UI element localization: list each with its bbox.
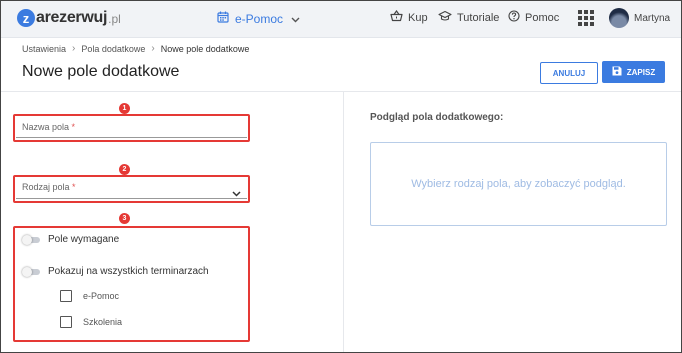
logo-mark: z: [17, 9, 35, 27]
save-button-label: ZAPISZ: [626, 67, 656, 77]
show-all-toggle-row[interactable]: Pokazuj na wszystkich terminarzach: [22, 266, 209, 277]
required-mark: *: [71, 122, 76, 132]
page-title: Nowe pole dodatkowe: [22, 63, 180, 80]
preview-placeholder: Wybierz rodzaj pola, aby zobaczyć podglą…: [411, 178, 626, 190]
breadcrumb-additional-fields[interactable]: Pola dodatkowe: [81, 44, 145, 54]
top-bar: z arezerwuj .pl e-Pomoc Kup Tutoriale Po…: [1, 1, 681, 38]
floppy-disk-icon: [612, 66, 622, 78]
show-all-toggle[interactable]: [22, 266, 40, 277]
step-badge-2: 2: [119, 164, 130, 175]
nav-help-label: Pomoc: [525, 11, 560, 24]
cancel-button-label: ANULUJ: [552, 68, 586, 78]
required-toggle-label: Pole wymagane: [48, 234, 120, 245]
user-name[interactable]: Martyna: [634, 13, 670, 24]
breadcrumb-current: Nowe pole dodatkowe: [160, 43, 250, 54]
preview-title: Podgląd pola dodatkowego:: [370, 112, 504, 123]
chevron-down-icon: [291, 10, 300, 28]
nav-buy[interactable]: Kup: [390, 9, 428, 25]
step-badge-1: 1: [119, 103, 130, 114]
field-name-label-text: Nazwa pola: [22, 122, 70, 132]
preview-box: Wybierz rodzaj pola, aby zobaczyć podglą…: [370, 142, 667, 226]
nav-help[interactable]: Pomoc: [508, 10, 559, 25]
logo[interactable]: z arezerwuj .pl: [17, 9, 121, 27]
calendar-checkbox-label: e-Pomoc: [83, 291, 120, 301]
app-frame: z arezerwuj .pl e-Pomoc Kup Tutoriale Po…: [0, 0, 682, 353]
field-name-input[interactable]: Nazwa pola *: [16, 115, 247, 138]
calendar-checkbox-label: Szkolenia: [83, 317, 123, 327]
calendar-switcher-label: e-Pomoc: [235, 12, 284, 26]
calendar-checkbox[interactable]: [60, 316, 72, 328]
header-divider: [1, 91, 681, 92]
breadcrumb: Ustawienia › Pola dodatkowe › Nowe pole …: [22, 43, 249, 54]
calendar-checkbox-row[interactable]: Szkolenia: [60, 316, 122, 328]
basket-icon: [390, 9, 403, 25]
graduation-cap-icon: [438, 10, 452, 25]
help-circle-icon: [508, 10, 520, 25]
nav-buy-label: Kup: [408, 11, 428, 24]
avatar[interactable]: [609, 8, 629, 28]
field-type-label-text: Rodzaj pola: [22, 182, 70, 192]
save-button[interactable]: ZAPISZ: [602, 61, 665, 83]
breadcrumb-separator-icon: ›: [151, 43, 155, 54]
nav-tutorials-label: Tutoriale: [457, 11, 500, 24]
field-name-label: Nazwa pola *: [22, 122, 75, 132]
calendar-switcher[interactable]: e-Pomoc: [217, 10, 300, 28]
chevron-down-icon: [232, 184, 241, 202]
logo-text: arezerwuj: [36, 9, 108, 26]
nav-tutorials[interactable]: Tutoriale: [438, 10, 499, 25]
required-toggle-row[interactable]: Pole wymagane: [22, 234, 119, 245]
cancel-button[interactable]: ANULUJ: [540, 62, 598, 84]
logo-suffix: .pl: [108, 12, 121, 26]
calendar-checkbox-row[interactable]: e-Pomoc: [60, 290, 119, 302]
field-type-label: Rodzaj pola *: [22, 182, 76, 192]
required-toggle[interactable]: [22, 234, 40, 245]
step-badge-3: 3: [119, 213, 130, 224]
calendar-checkbox[interactable]: [60, 290, 72, 302]
breadcrumb-settings[interactable]: Ustawienia: [22, 44, 66, 54]
required-mark: *: [72, 182, 76, 192]
column-divider: [343, 92, 344, 352]
calendar-icon: [217, 10, 229, 28]
breadcrumb-separator-icon: ›: [72, 43, 76, 54]
show-all-toggle-label: Pokazuj na wszystkich terminarzach: [48, 266, 209, 277]
apps-grid-icon[interactable]: [578, 10, 594, 26]
field-type-select[interactable]: Rodzaj pola *: [16, 176, 247, 199]
